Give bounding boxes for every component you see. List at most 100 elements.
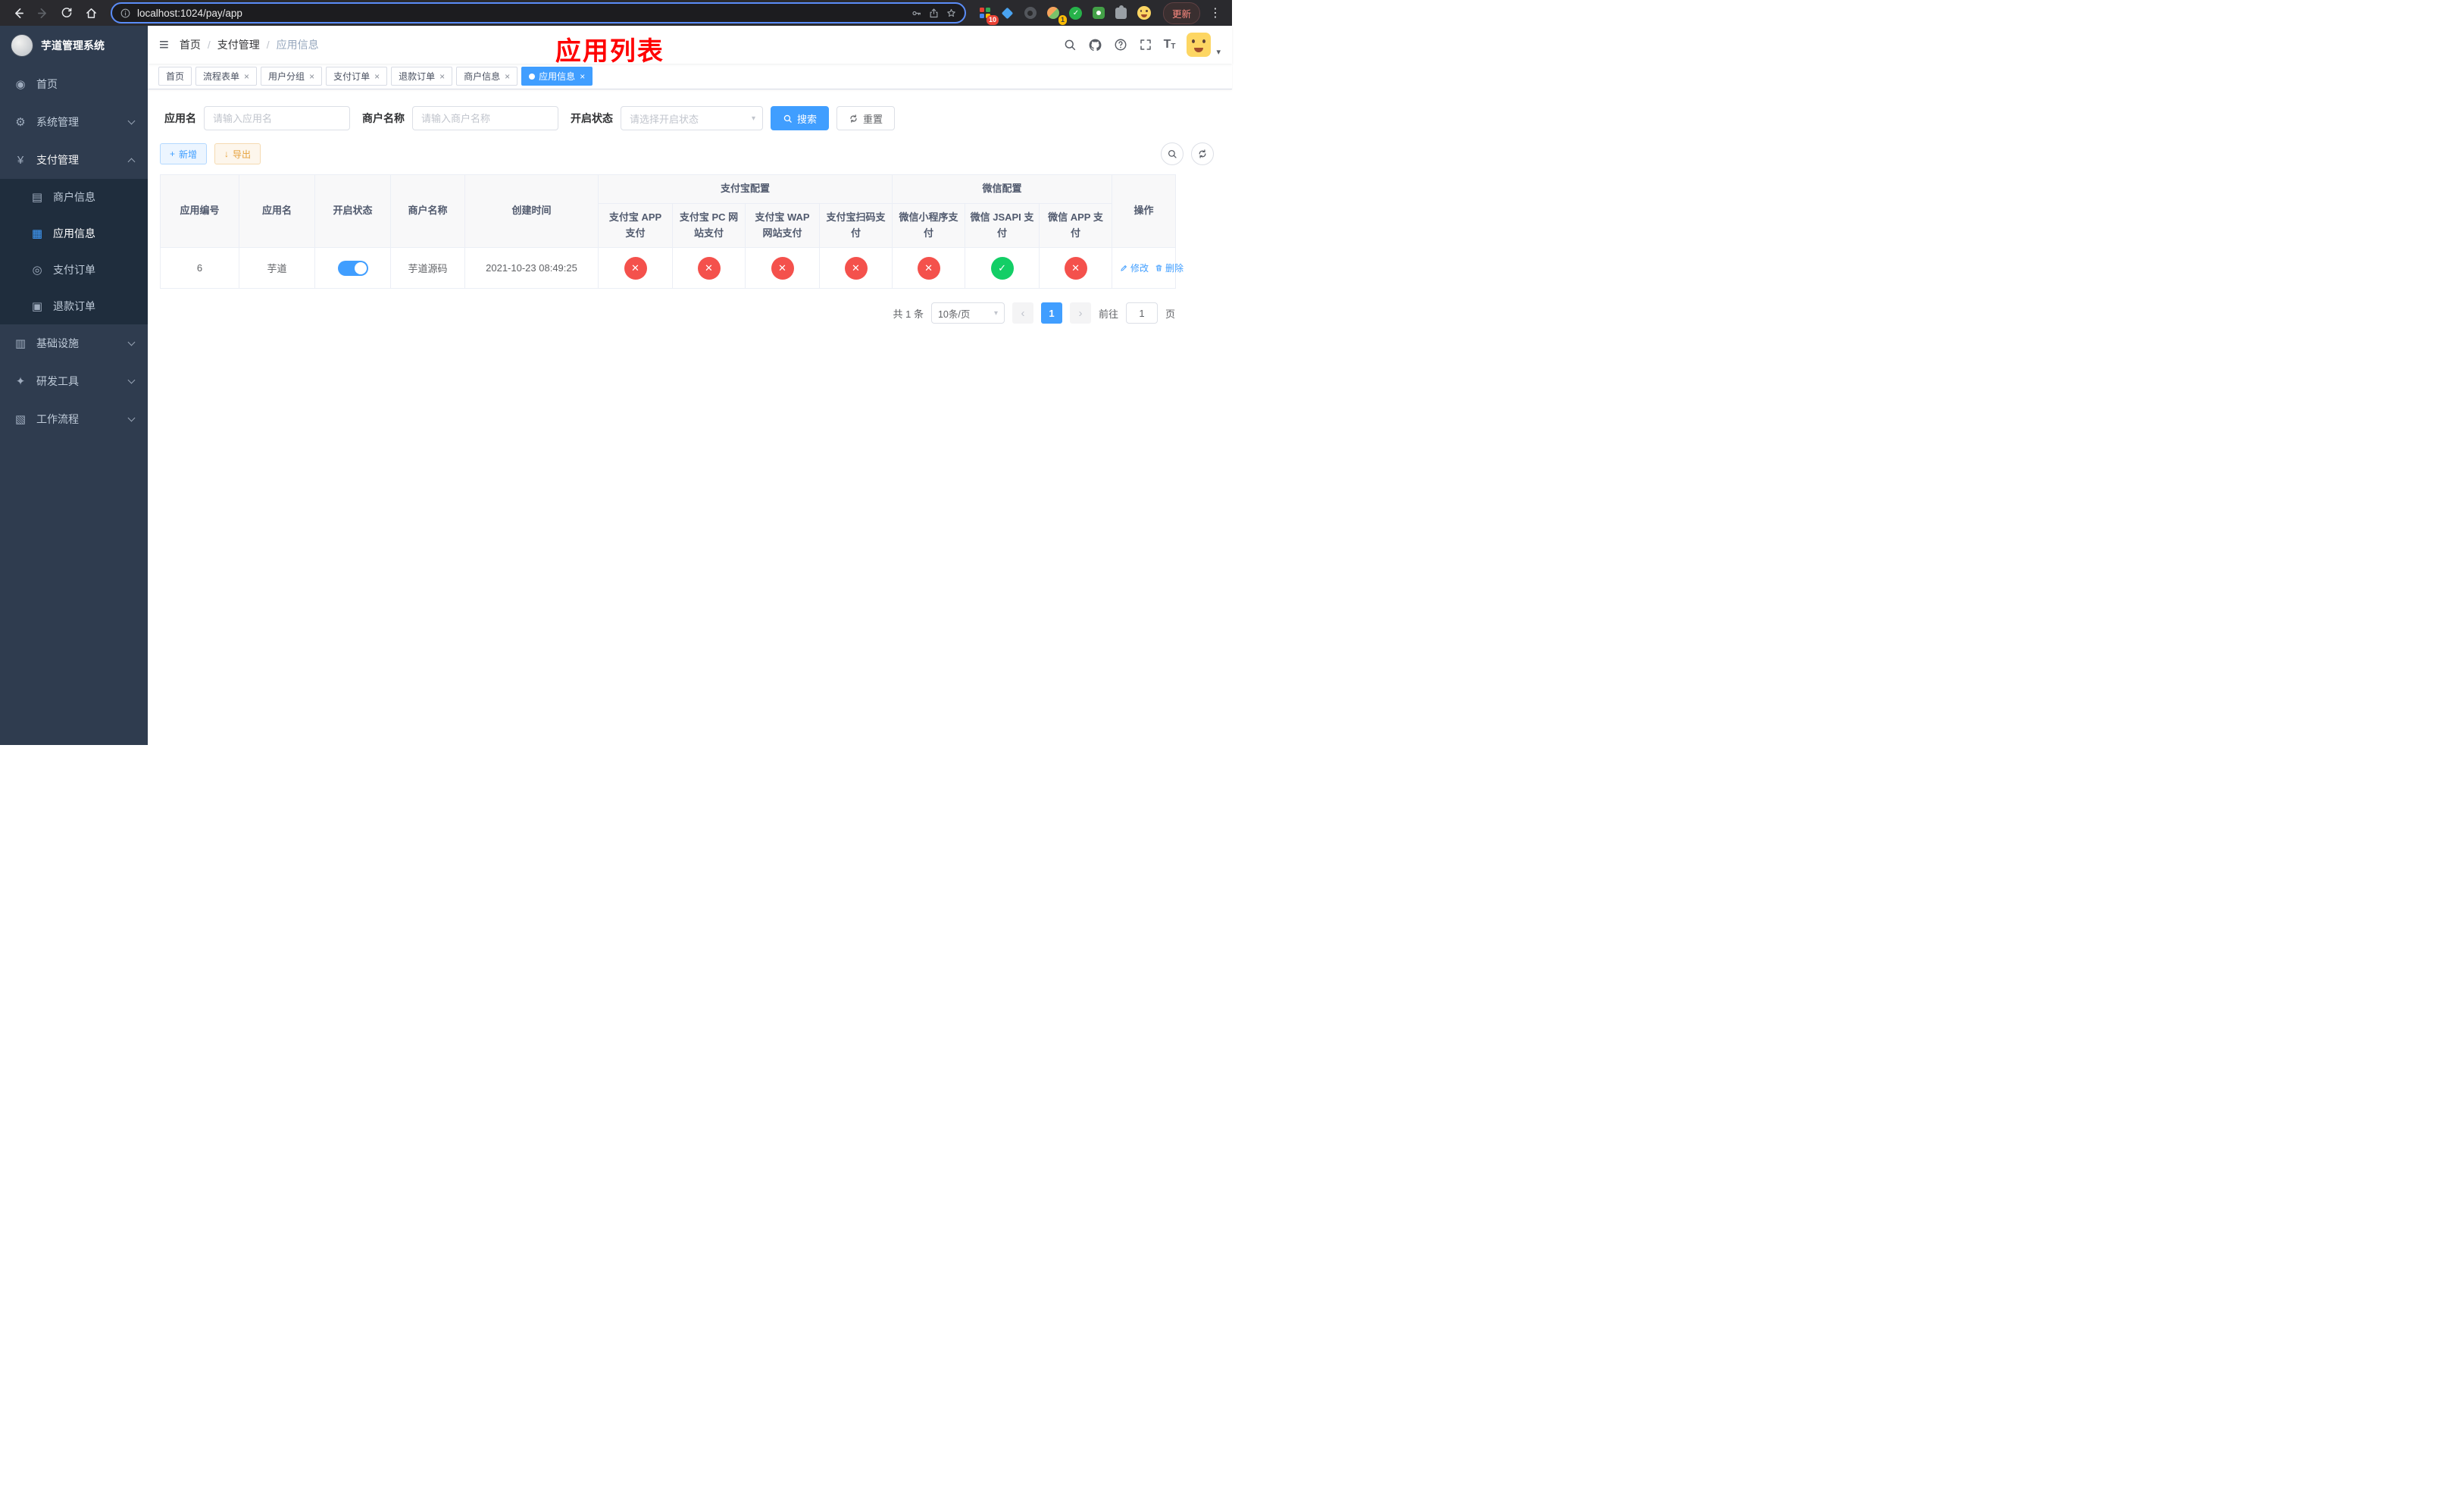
url-text[interactable]: localhost:1024/pay/app [137,8,242,19]
help-icon[interactable] [1114,38,1127,52]
app-logo-row[interactable]: 芋道管理系统 [0,26,148,65]
export-button[interactable]: ↓ 导出 [214,143,261,164]
reload-icon[interactable] [56,2,77,23]
header-search-icon[interactable] [1063,38,1077,52]
col-alipay-pc: 支付宝 PC 网站支付 [672,202,746,249]
delete-button[interactable]: 删除 [1155,261,1184,274]
extension-puzzle-icon[interactable] [1112,3,1131,23]
merchant-name-input[interactable] [412,106,558,130]
extension-green-circle-icon[interactable]: ✓ [1066,3,1086,23]
back-icon[interactable] [8,2,29,23]
add-button[interactable]: + 新增 [160,143,208,164]
sidebar-item-home[interactable]: ◉ 首页 [0,65,148,103]
cell-alipay-app: ✕ [598,247,673,290]
close-icon[interactable]: × [309,72,314,81]
plus-icon: + [170,149,176,159]
reset-button[interactable]: 重置 [836,106,896,130]
next-page-button[interactable]: › [1069,302,1091,324]
tools-icon: ✦ [15,375,26,388]
url-bar[interactable]: localhost:1024/pay/app [111,2,966,23]
col-alipay-wap: 支付宝 WAP 网站支付 [745,202,820,249]
breadcrumb-current: 应用信息 [276,39,319,51]
toggle-search-button[interactable] [1161,142,1184,165]
order-icon: ◎ [32,264,42,277]
sidebar-item-system[interactable]: ⚙ 系统管理 [0,103,148,141]
breadcrumb-home[interactable]: 首页 [180,37,201,52]
tab-pay-order[interactable]: 支付订单 × [326,67,388,86]
browser-update-button[interactable]: 更新 [1162,2,1200,24]
status-select[interactable]: 请选择开启状态 ▾ [621,106,763,130]
bookmark-star-icon[interactable] [946,8,957,19]
extension-blue-icon[interactable] [998,3,1018,23]
close-icon[interactable]: × [580,72,585,81]
goto-label: 前往 [1098,308,1118,320]
sidebar-item-workflow[interactable]: ▧ 工作流程 [0,400,148,438]
tab-home[interactable]: 首页 [158,67,192,86]
tab-merchant-info[interactable]: 商户信息 × [456,67,518,86]
sidebar-item-pay-order[interactable]: ◎ 支付订单 [0,252,148,288]
share-icon[interactable] [928,8,940,19]
sidebar-item-merchant-info[interactable]: ▤ 商户信息 [0,179,148,215]
refresh-button[interactable] [1191,142,1214,165]
tab-process-form[interactable]: 流程表单 × [195,67,258,86]
refund-doc-icon: ▣ [31,300,43,313]
edit-button[interactable]: 修改 [1120,261,1149,274]
group-wechat-config: 微信配置 [892,174,1113,204]
prev-page-button[interactable]: ‹ [1012,302,1033,324]
tab-app-info[interactable]: 应用信息 × [521,67,593,86]
tab-user-group[interactable]: 用户分组 × [261,67,323,86]
extensions-grid-icon[interactable]: 10 [975,3,999,25]
close-icon[interactable]: × [244,72,249,81]
breadcrumb-payment[interactable]: 支付管理 [217,37,260,52]
extension-dark-icon[interactable] [1021,3,1040,23]
app-grid-icon: ▦ [31,227,43,240]
col-app-name: 应用名 [239,174,315,249]
chevron-up-icon [127,158,136,165]
col-wx-app: 微信 APP 支付 [1039,202,1113,249]
page-size-select[interactable]: 10条/页 ▾ [930,302,1005,324]
font-size-icon[interactable]: TT [1164,39,1176,51]
site-info-icon[interactable] [120,8,131,19]
chevron-down-icon [127,376,136,384]
close-icon[interactable]: × [439,72,445,81]
sidebar-item-dev-tools[interactable]: ✦ 研发工具 [0,362,148,400]
enabled-toggle[interactable] [337,260,368,276]
cell-wx-jsapi: ✓ [965,247,1040,290]
sidebar-item-payment[interactable]: ¥ 支付管理 [0,141,148,179]
navbar: ≡ 首页 / 支付管理 / 应用信息 TT ▾ [148,26,1232,64]
current-page-button[interactable]: 1 [1040,302,1062,324]
sidebar-item-app-info[interactable]: ▦ 应用信息 [0,215,148,252]
col-alipay-qr: 支付宝扫码支付 [818,202,893,249]
yen-icon: ¥ [17,153,24,167]
goto-page-input[interactable] [1125,302,1158,324]
user-avatar[interactable] [1187,33,1212,57]
tab-refund-order[interactable]: 退款订单 × [391,67,453,86]
page-suffix: 页 [1165,308,1175,320]
extension-profile-icon[interactable]: 1 [1043,3,1067,25]
infra-icon: ▥ [14,337,27,350]
forward-icon[interactable] [32,2,53,23]
sidebar-item-refund-order[interactable]: ▣ 退款订单 [0,288,148,324]
sidebar-collapse-icon[interactable]: ≡ [159,36,169,53]
payment-submenu: ▤ 商户信息 ▦ 应用信息 ◎ 支付订单 ▣ 退款订单 [0,179,148,324]
app-name-input[interactable] [204,106,350,130]
col-app-id: 应用编号 [160,174,239,249]
extension-green-square-icon[interactable] [1089,3,1108,23]
table-toolbar: + 新增 ↓ 导出 [160,142,1220,165]
browser-menu-icon[interactable]: ⋮ [1206,5,1224,20]
fullscreen-icon[interactable] [1139,38,1152,52]
download-icon: ↓ [224,149,230,159]
github-icon[interactable] [1088,38,1102,52]
password-key-icon[interactable] [911,8,922,19]
close-icon[interactable]: × [374,72,380,81]
home-icon[interactable] [80,2,102,23]
col-wx-mini: 微信小程序支付 [892,202,966,249]
app-title: 芋道管理系统 [41,39,105,52]
search-button[interactable]: 搜索 [771,106,830,130]
avatar-caret-icon[interactable]: ▾ [1216,47,1221,57]
col-created: 创建时间 [464,174,599,249]
chevron-down-icon [127,338,136,346]
sidebar-item-infrastructure[interactable]: ▥ 基础设施 [0,324,148,362]
extension-face-icon[interactable] [1134,3,1154,23]
close-icon[interactable]: × [505,72,510,81]
